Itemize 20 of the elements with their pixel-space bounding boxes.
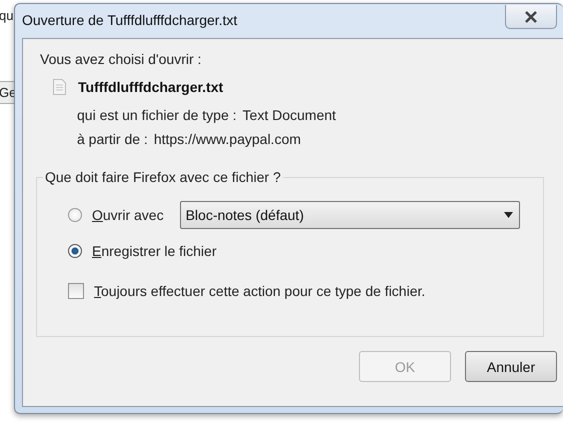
document-icon	[53, 79, 66, 95]
checkbox[interactable]	[68, 283, 84, 299]
file-type-label: qui est un fichier de type :	[77, 107, 237, 123]
file-name: Tufffdlufffdcharger.txt	[78, 79, 224, 95]
option-label[interactable]: Enregistrer le fichier	[92, 243, 216, 259]
caret-icon	[504, 212, 513, 218]
radio-button[interactable]	[68, 208, 82, 222]
source-label: à partir de :	[77, 131, 148, 147]
file-type-value: Text Document	[242, 107, 336, 123]
checkbox-label[interactable]: Toujours effectuer cette action pour ce type de fichier.	[94, 283, 426, 299]
source-value: https://www.paypal.com	[154, 131, 301, 147]
option-label[interactable]: Ouvrir avec	[92, 207, 164, 223]
window-title: Ouverture de Tufffdlufffdcharger.txt	[22, 12, 238, 28]
close-icon	[523, 10, 539, 22]
radio-button[interactable]	[68, 244, 82, 258]
dialog-button[interactable]: Annuler	[465, 351, 557, 382]
group-legend: Que doit faire Firefox avec ce fichier ?	[43, 169, 283, 185]
close-button[interactable]	[505, 5, 557, 29]
app-dropdown[interactable]: Bloc-notes (défaut)	[180, 201, 520, 229]
intro-text: Vous avez choisi d'ouvrir :	[40, 51, 202, 67]
